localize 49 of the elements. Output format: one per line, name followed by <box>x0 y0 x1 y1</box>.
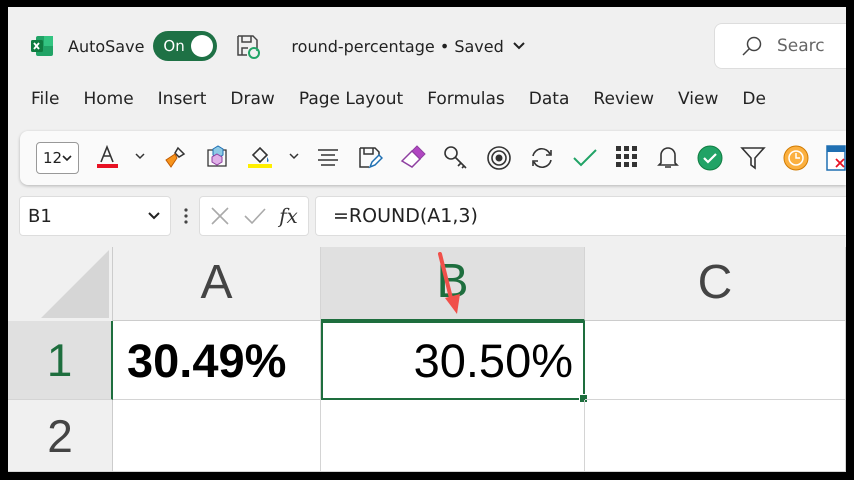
bell-icon[interactable] <box>656 145 680 171</box>
save-edit-icon[interactable] <box>357 145 384 171</box>
search-field[interactable]: Searc <box>714 23 846 69</box>
form-delete-icon[interactable] <box>826 145 846 171</box>
key-icon[interactable] <box>443 145 470 171</box>
table-cell[interactable]: 30.50% <box>321 321 585 400</box>
ribbon-tab[interactable]: Formulas <box>427 89 505 135</box>
column-header[interactable]: A <box>113 247 321 321</box>
ribbon-tab[interactable]: Draw <box>230 89 275 135</box>
table-cell[interactable]: 30.49% <box>113 321 321 400</box>
chevron-down-icon <box>62 155 72 161</box>
font-color-icon[interactable] <box>96 145 118 171</box>
ribbon-tab[interactable]: File <box>31 89 60 135</box>
eraser-icon[interactable] <box>400 145 426 171</box>
ribbon-tab[interactable]: Data <box>528 89 570 135</box>
table-cell[interactable] <box>321 400 585 472</box>
autosave-toggle[interactable]: On <box>153 31 218 61</box>
table-cell[interactable] <box>585 400 846 472</box>
font-size-dropdown[interactable]: 12 <box>36 142 80 174</box>
ribbon-tab[interactable]: Page Layout <box>298 89 404 135</box>
enter-check-icon[interactable] <box>242 206 267 226</box>
ribbon-tab[interactable]: De <box>742 89 766 135</box>
ribbon-tab[interactable]: Home <box>83 89 134 135</box>
filter-icon[interactable] <box>740 145 766 171</box>
table-cell[interactable] <box>113 400 321 472</box>
chevron-down-icon[interactable] <box>512 42 525 50</box>
chevron-down-icon <box>148 212 160 220</box>
document-title[interactable]: round-percentage • Saved <box>291 36 504 56</box>
fill-color-icon[interactable] <box>248 145 272 171</box>
select-all-triangle-icon <box>41 250 109 318</box>
insert-function-button[interactable]: fx <box>279 204 298 228</box>
table-cell[interactable] <box>585 321 846 400</box>
row-header[interactable]: 2 <box>8 400 113 472</box>
search-icon <box>741 35 763 57</box>
save-sync-icon[interactable] <box>235 33 262 59</box>
formula-input-field[interactable]: =ROUND(A1,3) <box>315 196 846 236</box>
more-options-icon[interactable] <box>184 207 188 225</box>
excel-logo-icon <box>30 34 54 58</box>
row-header[interactable]: 1 <box>8 321 113 400</box>
ribbon-tab[interactable]: Review <box>593 89 654 135</box>
fill-handle[interactable] <box>579 394 588 403</box>
name-box[interactable]: B1 <box>19 196 171 236</box>
ribbon-tab[interactable]: Insert <box>158 89 206 135</box>
ribbon-tab[interactable]: View <box>678 89 718 135</box>
target-icon[interactable] <box>486 145 512 171</box>
clock-icon[interactable] <box>783 145 810 171</box>
autosave-label: AutoSave <box>68 36 144 56</box>
column-header[interactable]: C <box>585 247 846 321</box>
check-circle-icon[interactable] <box>697 145 724 171</box>
